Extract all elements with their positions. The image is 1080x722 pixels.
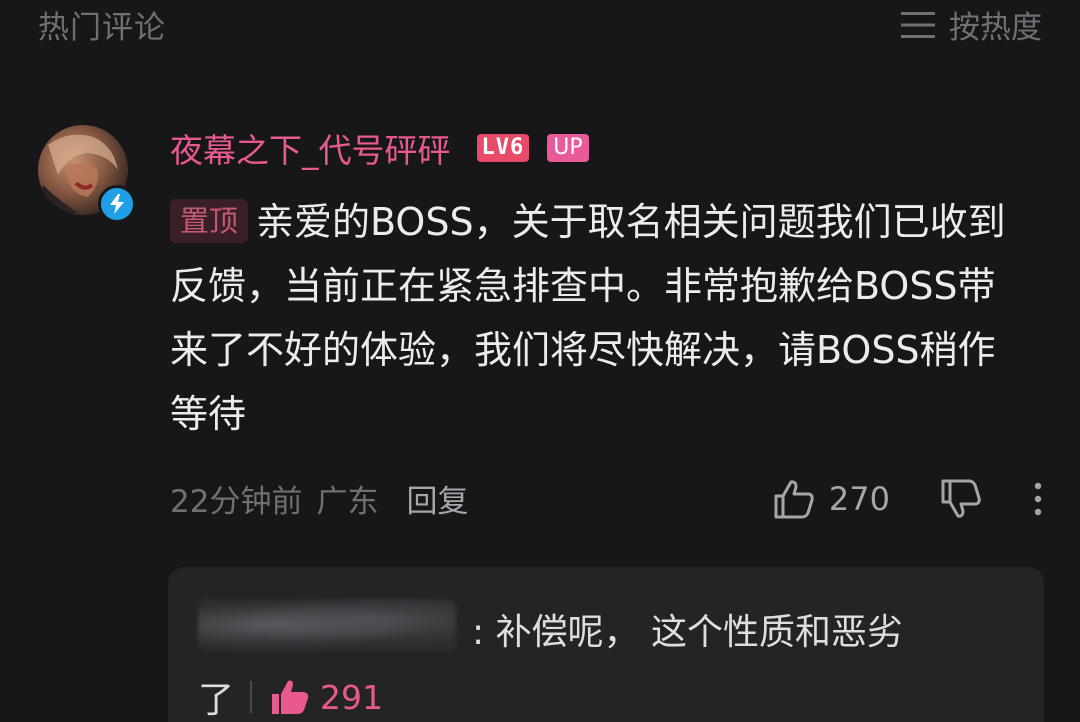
section-title: 热门评论 (38, 10, 166, 46)
thumbs-up-icon (272, 680, 309, 714)
reply-like-count: 291 (320, 677, 384, 717)
like-button[interactable]: 270 (773, 479, 890, 519)
thumbs-up-icon (774, 479, 814, 518)
comment-meta-row: 22分钟前 广东 回复 270 (170, 476, 1042, 521)
username[interactable]: 夜幕之下_代号砰砰 (170, 124, 451, 172)
up-badge: UP (547, 134, 589, 162)
reply-text-line1: : 补偿呢， 这个性质和恶劣 (472, 612, 904, 653)
comment-actions: 270 (773, 479, 1042, 519)
dislike-button[interactable] (940, 479, 982, 519)
comments-page: 热门评论 按热度 夜幕之下_代号砰砰 LV6 UP 置顶 亲爱的BOSS，关于取名… (0, 0, 1080, 722)
thumbs-down-icon (941, 479, 981, 518)
reply-text-line2: 了 (198, 680, 235, 721)
reply-preview[interactable]: : 补偿呢， 这个性质和恶劣 了 291 (168, 567, 1044, 722)
divider (250, 681, 253, 713)
reply-line2: 了 291 (198, 671, 383, 722)
level-badge: LV6 (476, 134, 530, 162)
comment-author-row: 夜幕之下_代号砰砰 LV6 UP (170, 124, 589, 172)
pinned-tag: 置顶 (170, 199, 249, 243)
sort-label: 按热度 (949, 10, 1042, 46)
like-count: 270 (828, 479, 890, 518)
redacted-username (198, 599, 456, 651)
more-options-button[interactable] (1034, 482, 1042, 516)
menu-lines-icon (901, 11, 935, 38)
more-vertical-icon (1034, 482, 1042, 515)
verified-badge (98, 185, 136, 223)
sort-button[interactable]: 按热度 (901, 2, 1042, 47)
comment-time: 22分钟前 (170, 484, 303, 520)
comment-location: 广东 (316, 484, 379, 520)
reply-like-button[interactable]: 291 (270, 678, 383, 717)
comment-text-block: 置顶 亲爱的BOSS，关于取名相关问题我们已收到反馈，当前正在紧急排查中。非常抱歉… (170, 190, 1030, 446)
lightning-icon (110, 194, 124, 214)
reply-button[interactable]: 回复 (406, 476, 468, 521)
comment-text: 亲爱的BOSS，关于取名相关问题我们已收到反馈，当前正在紧急排查中。非常抱歉给B… (170, 200, 1006, 436)
